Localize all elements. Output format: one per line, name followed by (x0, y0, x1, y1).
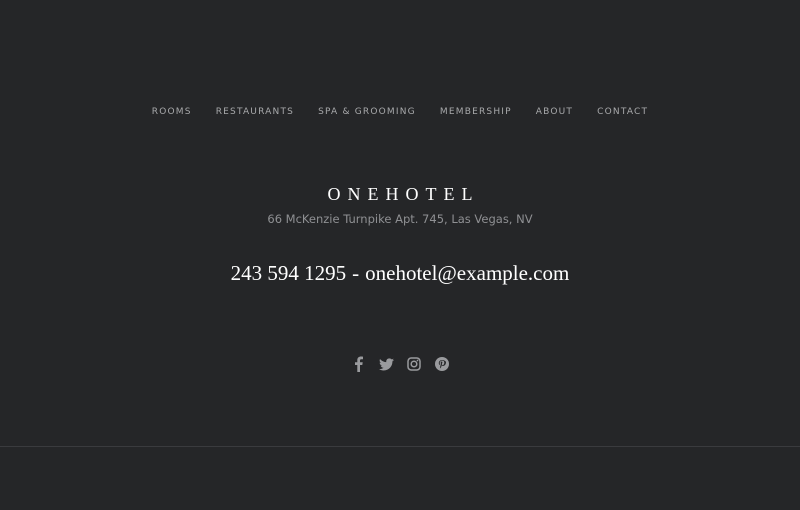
nav-item-about[interactable]: ABOUT (536, 105, 573, 119)
facebook-icon[interactable] (349, 355, 367, 373)
instagram-icon[interactable] (405, 355, 423, 373)
nav-item-contact[interactable]: CONTACT (597, 105, 648, 119)
brand-logo[interactable]: ONEHOTEL (0, 183, 800, 205)
social-links (0, 355, 800, 373)
twitter-icon[interactable] (377, 355, 395, 373)
email-link[interactable]: onehotel@example.com (365, 261, 569, 285)
contact-line: 243 594 1295- onehotel@example.com (0, 259, 800, 287)
main-navigation: ROOMS RESTAURANTS SPA & GROOMING MEMBERS… (0, 105, 800, 119)
hotel-address: 66 McKenzie Turnpike Apt. 745, Las Vegas… (267, 212, 533, 226)
phone-link[interactable]: 243 594 1295 (231, 261, 347, 285)
nav-item-membership[interactable]: MEMBERSHIP (440, 105, 512, 119)
contact-separator: - (352, 261, 360, 285)
pinterest-icon[interactable] (433, 355, 451, 373)
nav-item-restaurants[interactable]: RESTAURANTS (216, 105, 294, 119)
nav-item-rooms[interactable]: ROOMS (152, 105, 192, 119)
footer-divider (0, 446, 800, 447)
nav-item-spa-grooming[interactable]: SPA & GROOMING (318, 105, 416, 119)
